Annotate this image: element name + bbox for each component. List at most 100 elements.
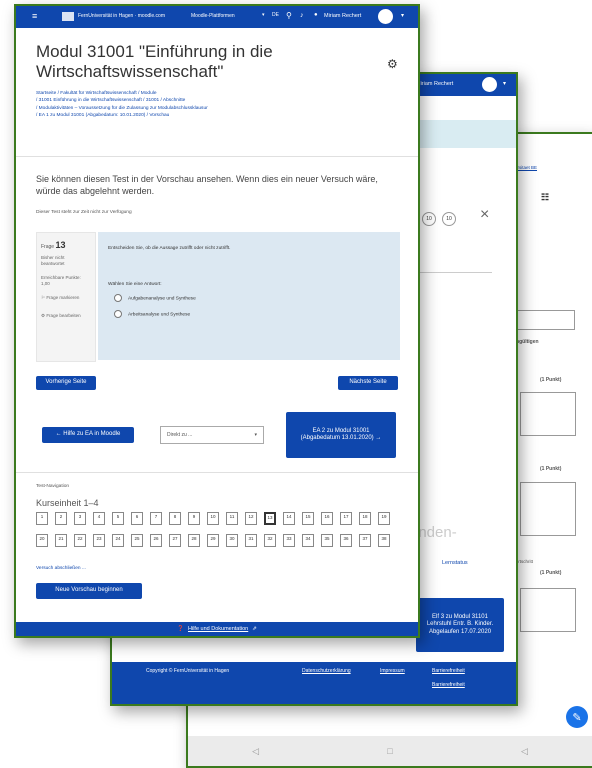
nav-back-icon[interactable]: ◁ bbox=[252, 746, 259, 757]
back-activity-button[interactable]: ← Hilfe zu EA in Moodle bbox=[42, 427, 134, 443]
radio-button[interactable] bbox=[114, 310, 122, 318]
question-nav-button[interactable]: 20 bbox=[36, 534, 48, 547]
next-activity-button[interactable]: EA 2 zu Modul 31001 (Abgabedatum 13.01.2… bbox=[286, 412, 396, 458]
question-nav-button[interactable]: 1 bbox=[36, 512, 48, 525]
breadcrumb-item[interactable]: / EA 1 zu Modul 31001 (Abgabedatum: 10.0… bbox=[36, 112, 396, 119]
next-page-button[interactable]: Nächste Seite bbox=[338, 376, 398, 390]
question-text: Entscheiden Sie, ob die Aussage zutrifft… bbox=[108, 246, 231, 251]
question-nav-button[interactable]: 33 bbox=[283, 534, 295, 547]
question-nav-button[interactable]: 17 bbox=[340, 512, 352, 525]
breadcrumb-item[interactable]: / Modulaktivitäten – Voraussetzung für d… bbox=[36, 105, 396, 112]
answer-option[interactable]: Aufgabenanalyse und Synthese bbox=[114, 294, 196, 302]
question-label: Frage bbox=[41, 244, 55, 250]
close-icon[interactable]: × bbox=[480, 206, 489, 224]
question-nav-button[interactable]: 38 bbox=[378, 534, 390, 547]
edit-fab-button[interactable]: ✎ bbox=[566, 706, 588, 728]
nav-recent-icon[interactable]: ◁ bbox=[521, 746, 528, 757]
nav-home-icon[interactable]: □ bbox=[387, 746, 392, 756]
footer-link[interactable]: Barrierefreiheit bbox=[432, 668, 465, 674]
answer-box[interactable] bbox=[520, 588, 576, 632]
preview-notice: Sie können diesen Test in der Vorschau a… bbox=[36, 174, 378, 196]
question-nav-button[interactable]: 14 bbox=[283, 512, 295, 525]
question-nav-button[interactable]: 13 bbox=[264, 512, 276, 525]
nav-heading: Test-Navigation bbox=[36, 484, 70, 489]
android-nav-bar: ◁ □ ◁ bbox=[188, 736, 592, 766]
question-nav-button[interactable]: 7 bbox=[150, 512, 162, 525]
answer-field-short[interactable] bbox=[513, 310, 575, 330]
search-icon[interactable]: ⚲ bbox=[286, 11, 292, 20]
footer-link[interactable]: Impressum bbox=[380, 668, 405, 674]
question-nav-button[interactable]: 29 bbox=[207, 534, 219, 547]
question-nav-button[interactable]: 3 bbox=[74, 512, 86, 525]
prev-page-button[interactable]: Vorherige Seite bbox=[36, 376, 96, 390]
question-nav-button[interactable]: 5 bbox=[112, 512, 124, 525]
breadcrumb-item[interactable]: / 31001 Einführung in die Wirtschaftswis… bbox=[36, 97, 396, 104]
question-nav-button[interactable]: 31 bbox=[245, 534, 257, 547]
breadcrumb-item[interactable]: Startseite / Fakultät für Wirtschaftswis… bbox=[36, 90, 396, 97]
question-nav-button[interactable]: 25 bbox=[131, 534, 143, 547]
new-preview-button[interactable]: Neue Vorschau beginnen bbox=[36, 583, 142, 599]
avatar[interactable] bbox=[378, 9, 393, 24]
edit-label: Frage bearbeiten bbox=[46, 313, 81, 318]
question-nav-button[interactable]: 27 bbox=[169, 534, 181, 547]
question-nav-button[interactable]: 23 bbox=[93, 534, 105, 547]
question-nav-button[interactable]: 12 bbox=[245, 512, 257, 525]
footer-copyright: Copyright © FernUniversität in Hagen bbox=[146, 668, 230, 674]
footer: ❓ Hilfe und Dokumentation ⇗ bbox=[16, 622, 418, 636]
user-name[interactable]: Miriam Rechert bbox=[324, 13, 361, 19]
question-nav-button[interactable]: 36 bbox=[340, 534, 352, 547]
question-nav-button[interactable]: 4 bbox=[93, 512, 105, 525]
question-nav-button[interactable]: 34 bbox=[302, 534, 314, 547]
question-nav-button[interactable]: 26 bbox=[150, 534, 162, 547]
language-icon[interactable]: DE bbox=[272, 12, 279, 18]
grid-icon[interactable]: ☷ bbox=[541, 192, 549, 203]
footer-link[interactable]: Datenschutzerklärung bbox=[302, 668, 351, 674]
chat-icon[interactable]: ● bbox=[314, 12, 318, 18]
radio-button[interactable] bbox=[114, 294, 122, 302]
question-nav-button[interactable]: 2 bbox=[55, 512, 67, 525]
question-nav-button[interactable]: 10 bbox=[207, 512, 219, 525]
question-nav-button[interactable]: 32 bbox=[264, 534, 276, 547]
question-nav-button[interactable]: 30 bbox=[226, 534, 238, 547]
preview-subnote: Dieser Test steht zur Zeit nicht zur Ver… bbox=[36, 210, 132, 215]
flag-question[interactable]: ⚐ Frage markieren bbox=[41, 295, 87, 301]
question-nav-button[interactable]: 6 bbox=[131, 512, 143, 525]
site-label[interactable]: FernUniversität in Hagen · moodle.com bbox=[78, 13, 165, 19]
menu-icon[interactable]: ≡ bbox=[32, 11, 37, 21]
option-label: Aufgabenanalyse und Synthese bbox=[128, 296, 196, 302]
edit-question[interactable]: ⚙ Frage bearbeiten bbox=[41, 313, 87, 319]
jump-select[interactable]: Direkt zu ... ▾ bbox=[160, 426, 264, 444]
answer-option[interactable]: Arbeitsanalyse und Synthese bbox=[114, 310, 190, 318]
question-nav-button[interactable]: 21 bbox=[55, 534, 67, 547]
avatar[interactable] bbox=[482, 77, 497, 92]
question-nav-button[interactable]: 8 bbox=[169, 512, 181, 525]
lernstatus-link[interactable]: Lernstatus bbox=[442, 560, 468, 566]
pill-button[interactable]: 10 bbox=[422, 212, 436, 226]
question-nav-button[interactable]: 24 bbox=[112, 534, 124, 547]
chevron-down-icon[interactable]: ▾ bbox=[503, 80, 506, 87]
bell-icon[interactable]: ♪ bbox=[300, 12, 304, 19]
question-nav-button[interactable]: 19 bbox=[378, 512, 390, 525]
question-nav-button[interactable]: 37 bbox=[359, 534, 371, 547]
footer-help-link[interactable]: Hilfe und Dokumentation bbox=[188, 626, 248, 632]
nav-link[interactable]: Moodle-Plattformen bbox=[191, 13, 235, 19]
site-logo[interactable] bbox=[62, 12, 74, 21]
question-nav-button[interactable]: 22 bbox=[74, 534, 86, 547]
answer-box[interactable] bbox=[520, 392, 576, 436]
question-nav-button[interactable]: 9 bbox=[188, 512, 200, 525]
chevron-down-icon[interactable]: ▾ bbox=[262, 12, 265, 18]
question-nav-button[interactable]: 28 bbox=[188, 534, 200, 547]
question-nav-button[interactable]: 11 bbox=[226, 512, 238, 525]
question-nav-button[interactable]: 35 bbox=[321, 534, 333, 547]
question-nav-button[interactable]: 15 bbox=[302, 512, 314, 525]
pill-button[interactable]: 10 bbox=[442, 212, 456, 226]
footer-link[interactable]: Barrierefreiheit bbox=[432, 682, 465, 688]
chevron-down-icon[interactable]: ▾ bbox=[401, 12, 404, 19]
user-name[interactable]: Miriam Rechert bbox=[416, 81, 453, 87]
answer-box[interactable] bbox=[520, 482, 576, 536]
gear-icon[interactable]: ⚙ bbox=[387, 57, 398, 71]
finish-attempt-link[interactable]: Versuch abschließen ... bbox=[36, 566, 86, 571]
next-activity-button[interactable]: Elf 3 zu Modul 31101 Lehrstuhl Entr. B. … bbox=[416, 598, 504, 652]
question-nav-button[interactable]: 18 bbox=[359, 512, 371, 525]
question-nav-button[interactable]: 16 bbox=[321, 512, 333, 525]
